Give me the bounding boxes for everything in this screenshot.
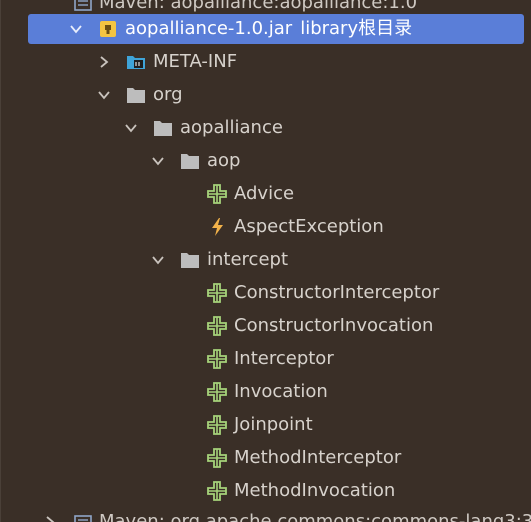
jar-label: aopalliance-1.0.jar library根目录 bbox=[125, 19, 412, 39]
tree-row-label: Interceptor bbox=[234, 347, 334, 369]
tree-row-meta-inf[interactable]: META-INF bbox=[1, 45, 531, 78]
tree-row-joinpoint[interactable]: Joinpoint bbox=[1, 408, 531, 441]
exception-lightning-icon bbox=[207, 217, 227, 237]
interface-icon bbox=[207, 381, 227, 402]
tree-row-jar-root[interactable]: aopalliance-1.0.jar library根目录 bbox=[28, 14, 524, 44]
interface-icon bbox=[207, 183, 227, 204]
package-folder-icon bbox=[126, 85, 146, 105]
project-tree: Maven: aopalliance:aopalliance:1.0 aopal… bbox=[0, 0, 531, 522]
interface-icon bbox=[207, 282, 227, 303]
package-folder-icon bbox=[153, 118, 173, 138]
tree-row-intercept[interactable]: intercept bbox=[1, 243, 531, 276]
jar-library-root-note: library根目录 bbox=[300, 18, 413, 39]
tree-row-org[interactable]: org bbox=[1, 78, 531, 111]
tree-row-aspect-exception[interactable]: AspectException bbox=[1, 210, 531, 243]
tree-row-label: MethodInvocation bbox=[234, 479, 396, 501]
chevron-down-icon[interactable] bbox=[151, 154, 165, 168]
interface-icon bbox=[207, 480, 227, 501]
tree-row-maven-commons-lang3[interactable]: Maven: org.apache.commons:commons-lang3:… bbox=[1, 505, 531, 522]
tree-row-constructor-interceptor[interactable]: ConstructorInterceptor bbox=[1, 276, 531, 309]
library-icon bbox=[73, 512, 93, 522]
package-folder-icon bbox=[180, 250, 200, 270]
chevron-down-icon[interactable] bbox=[124, 121, 138, 135]
tree-row-label: Maven: aopalliance:aopalliance:1.0 bbox=[99, 0, 418, 13]
interface-icon bbox=[207, 348, 227, 369]
tree-row-label: Maven: org.apache.commons:commons-lang3:… bbox=[99, 510, 531, 522]
tree-row-aop[interactable]: aop bbox=[1, 144, 531, 177]
tree-row-label: ConstructorInterceptor bbox=[234, 281, 440, 303]
tree-row-label: org bbox=[153, 83, 183, 105]
tree-row-advice[interactable]: Advice bbox=[1, 177, 531, 210]
tree-row-invocation[interactable]: Invocation bbox=[1, 375, 531, 408]
tree-row-label: intercept bbox=[207, 248, 288, 270]
tree-row-label: META-INF bbox=[153, 50, 238, 72]
tree-row-method-invocation[interactable]: MethodInvocation bbox=[1, 474, 531, 507]
tree-row-constructor-invocation[interactable]: ConstructorInvocation bbox=[1, 309, 531, 342]
tree-row-label: Advice bbox=[234, 182, 295, 204]
chevron-down-icon[interactable] bbox=[151, 253, 165, 267]
tree-row-label: MethodInterceptor bbox=[234, 446, 402, 468]
tree-row-label: ConstructorInvocation bbox=[234, 314, 434, 336]
chevron-right-icon[interactable] bbox=[43, 515, 57, 522]
tree-row-label: aopalliance bbox=[180, 116, 283, 138]
tree-row-label: Joinpoint bbox=[234, 413, 313, 435]
package-folder-icon bbox=[180, 151, 200, 171]
tree-row-label: aop bbox=[207, 149, 241, 171]
chevron-down-icon[interactable] bbox=[97, 88, 111, 102]
library-icon bbox=[73, 0, 93, 13]
chevron-down-icon[interactable] bbox=[69, 22, 83, 36]
tree-row-interceptor[interactable]: Interceptor bbox=[1, 342, 531, 375]
tree-row-aopalliance[interactable]: aopalliance bbox=[1, 111, 531, 144]
tree-row-label: AspectException bbox=[234, 215, 384, 237]
interface-icon bbox=[207, 447, 227, 468]
resource-folder-icon bbox=[126, 52, 146, 72]
jar-name: aopalliance-1.0.jar bbox=[125, 18, 293, 39]
interface-icon bbox=[207, 315, 227, 336]
tree-row-label: Invocation bbox=[234, 380, 328, 402]
chevron-right-icon[interactable] bbox=[97, 55, 111, 69]
interface-icon bbox=[207, 414, 227, 435]
tree-row-method-interceptor[interactable]: MethodInterceptor bbox=[1, 441, 531, 474]
jar-archive-icon bbox=[98, 19, 118, 39]
